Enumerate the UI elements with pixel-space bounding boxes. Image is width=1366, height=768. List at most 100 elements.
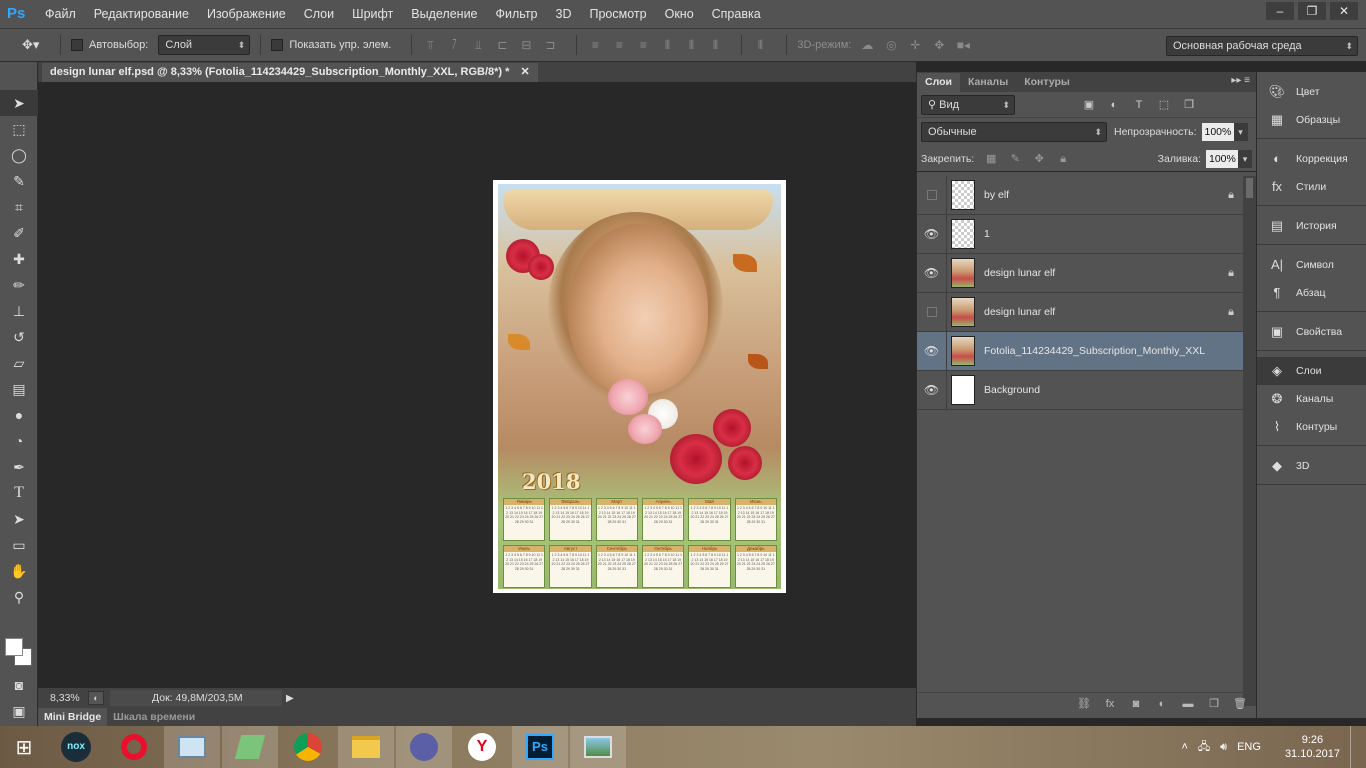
close-tab-icon[interactable]: ✕: [520, 66, 529, 78]
show-desktop-button[interactable]: [1350, 726, 1356, 768]
menu-window[interactable]: Окно: [665, 7, 694, 21]
dock-3d[interactable]: ◆ 3D: [1257, 452, 1366, 480]
dock-color[interactable]: 🎨︎ Цвет: [1257, 78, 1366, 106]
dock-adjustments[interactable]: ◐ Коррекция: [1257, 145, 1366, 173]
document-canvas[interactable]: 2018 Январь 1 2 3 4 5 6 7 8 9 10 11 12 13…: [493, 180, 786, 593]
status-menu-arrow-icon[interactable]: ▶: [286, 693, 300, 704]
dock-character[interactable]: A| Символ: [1257, 251, 1366, 279]
auto-select-checkbox[interactable]: [71, 39, 83, 51]
explorer-icon[interactable]: [338, 726, 394, 768]
gradient-tool-icon[interactable]: ▤: [0, 376, 38, 402]
3d-scale-icon[interactable]: ■◂: [955, 38, 971, 52]
menu-layer[interactable]: Слои: [304, 7, 334, 21]
dock-layers[interactable]: ◈ Слои: [1257, 357, 1366, 385]
language-indicator[interactable]: ENG: [1237, 741, 1261, 753]
scrollbar-thumb[interactable]: [1246, 178, 1253, 198]
distribute-left-icon[interactable]: ⦀: [659, 38, 675, 52]
filter-shape-icon[interactable]: ⬚: [1157, 99, 1171, 111]
dock-history[interactable]: ▤ История: [1257, 212, 1366, 240]
lock-transparent-icon[interactable]: ▦: [984, 153, 998, 165]
type-tool-icon[interactable]: T: [0, 480, 38, 506]
layer-name[interactable]: Fotolia_114234429_Subscription_Monthly_X…: [984, 345, 1219, 357]
layer-name[interactable]: by elf: [984, 189, 1219, 201]
auto-align-icon[interactable]: ⫴: [752, 38, 768, 52]
canvas-area[interactable]: 2018 Январь 1 2 3 4 5 6 7 8 9 10 11 12 13…: [38, 82, 916, 688]
layer-name[interactable]: 1: [984, 228, 1219, 240]
yandex-icon[interactable]: Y: [454, 726, 510, 768]
quick-mask-icon[interactable]: ◙: [0, 672, 38, 698]
menu-type[interactable]: Шрифт: [352, 7, 393, 21]
brush-tool-icon[interactable]: ✏: [0, 272, 38, 298]
menu-edit[interactable]: Редактирование: [94, 7, 189, 21]
3d-pan-icon[interactable]: ✛: [907, 38, 923, 52]
shape-tool-icon[interactable]: ▭: [0, 532, 38, 558]
layer-name[interactable]: Background: [984, 384, 1219, 396]
restore-icon[interactable]: ❐: [1298, 2, 1326, 20]
path-select-tool-icon[interactable]: ➤: [0, 506, 38, 532]
layer-row[interactable]: 👁︎ Background: [917, 370, 1243, 410]
healing-brush-tool-icon[interactable]: ✚: [0, 246, 38, 272]
filter-type-icon[interactable]: T: [1132, 99, 1146, 111]
crop-tool-icon[interactable]: ⌗: [0, 194, 38, 220]
show-transform-checkbox[interactable]: [271, 39, 284, 51]
layer-name[interactable]: design lunar elf: [984, 267, 1219, 279]
layer-name[interactable]: design lunar elf: [984, 306, 1219, 318]
tab-mini-bridge[interactable]: Mini Bridge: [38, 708, 108, 726]
filter-adjustment-icon[interactable]: ◐: [1107, 99, 1121, 111]
layer-style-fx-icon[interactable]: fx: [1101, 698, 1119, 710]
3d-orbit-icon[interactable]: ☁: [859, 38, 875, 52]
volume-icon[interactable]: 🔊︎: [1220, 741, 1227, 754]
visibility-toggle[interactable]: [917, 292, 947, 332]
auto-select-dropdown[interactable]: Слой: [158, 35, 251, 55]
lock-position-icon[interactable]: ✥: [1032, 153, 1046, 165]
tab-channels[interactable]: Каналы: [960, 73, 1016, 92]
monitor-app-icon[interactable]: [164, 726, 220, 768]
pen-tool-icon[interactable]: ✒: [0, 454, 38, 480]
new-group-folder-icon[interactable]: ▬: [1179, 698, 1197, 710]
network-icon[interactable]: 🖧︎: [1198, 738, 1210, 757]
zoom-level-field[interactable]: 8,33%: [38, 688, 88, 708]
photoshop-icon[interactable]: Ps: [512, 726, 568, 768]
marquee-tool-icon[interactable]: ⬚: [0, 116, 38, 142]
share-icon[interactable]: ◐: [88, 691, 104, 705]
add-mask-icon[interactable]: ◙: [1127, 698, 1145, 710]
panel-menu-icon[interactable]: ▸▸ ≡: [1231, 75, 1250, 86]
distribute-right-icon[interactable]: ⦀: [707, 38, 723, 52]
tab-layers[interactable]: Слои: [917, 73, 960, 92]
link-layers-icon[interactable]: ⛓: [1075, 697, 1093, 710]
align-right-icon[interactable]: ⊐: [542, 38, 558, 52]
distribute-hcenter-icon[interactable]: ⦀: [683, 38, 699, 52]
new-adjustment-icon[interactable]: ◐: [1153, 698, 1171, 710]
layer-row[interactable]: 👁︎ design lunar elf 🔒︎: [917, 253, 1243, 293]
minimize-icon[interactable]: –: [1266, 2, 1294, 20]
zoom-tool-icon[interactable]: ⚲: [0, 584, 38, 610]
dock-channels[interactable]: ❂ Каналы: [1257, 385, 1366, 413]
new-layer-icon[interactable]: ❐: [1205, 697, 1223, 710]
blend-mode-dropdown[interactable]: Обычные: [921, 122, 1107, 142]
eraser-tool-icon[interactable]: ▱: [0, 350, 38, 376]
menu-3d[interactable]: 3D: [556, 7, 572, 21]
3d-slide-icon[interactable]: ✥: [931, 38, 947, 52]
menu-view[interactable]: Просмотр: [590, 7, 647, 21]
align-top-icon[interactable]: ⫪: [422, 38, 438, 52]
fill-input[interactable]: 100%: [1206, 149, 1238, 168]
opacity-slider-toggle-icon[interactable]: ▾: [1233, 123, 1248, 141]
distribute-bottom-icon[interactable]: ≡: [635, 38, 651, 52]
distribute-vcenter-icon[interactable]: ≡: [611, 38, 627, 52]
lasso-tool-icon[interactable]: ◯: [0, 142, 38, 168]
blur-tool-icon[interactable]: ●: [0, 402, 38, 428]
clone-stamp-tool-icon[interactable]: ⊥: [0, 298, 38, 324]
dock-paths[interactable]: ⌇ Контуры: [1257, 413, 1366, 441]
image-viewer-icon[interactable]: [570, 726, 626, 768]
delete-layer-trash-icon[interactable]: 🗑︎: [1231, 697, 1249, 710]
hand-tool-icon[interactable]: ✋: [0, 558, 38, 584]
dodge-tool-icon[interactable]: ◔: [0, 428, 38, 454]
align-hcenter-icon[interactable]: ⊟: [518, 38, 534, 52]
visibility-toggle[interactable]: 👁︎: [917, 370, 947, 410]
layer-row[interactable]: design lunar elf 🔒︎: [917, 292, 1243, 332]
dock-styles[interactable]: fx Стили: [1257, 173, 1366, 201]
torrent-icon[interactable]: [396, 726, 452, 768]
history-brush-tool-icon[interactable]: ↺: [0, 324, 38, 350]
dock-properties[interactable]: ▣ Свойства: [1257, 318, 1366, 346]
screen-mode-icon[interactable]: ▣: [0, 698, 38, 724]
